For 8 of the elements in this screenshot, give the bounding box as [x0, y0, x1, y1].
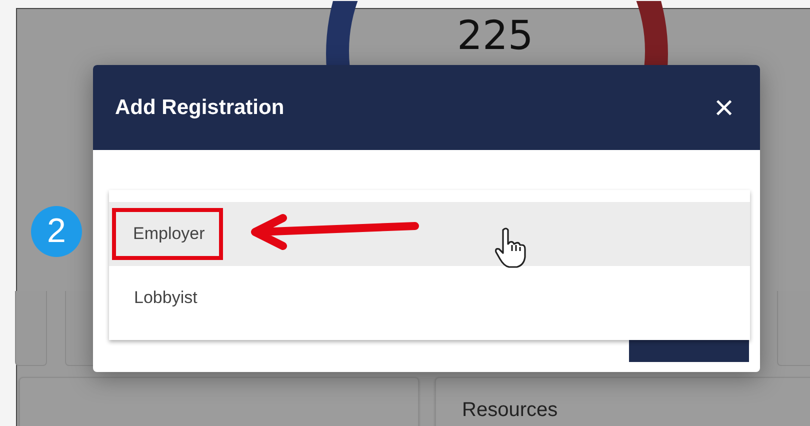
close-button[interactable]: ×: [710, 90, 738, 124]
menu-item[interactable]: Lobbyist: [109, 266, 750, 330]
arrow-icon: [249, 212, 421, 252]
card-title: Resources: [462, 398, 559, 422]
hand-cursor-icon: [494, 227, 528, 269]
total-count: 225: [457, 13, 534, 59]
dialog-title: Add Registration: [115, 96, 284, 120]
menu-item[interactable]: Employer: [109, 202, 750, 266]
